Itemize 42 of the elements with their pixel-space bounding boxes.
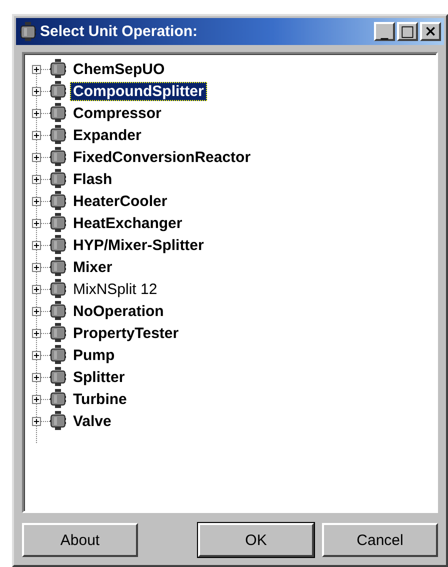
tree-item[interactable]: Flash	[70, 170, 116, 188]
app-icon	[20, 22, 36, 42]
tree-item[interactable]: CompoundSplitter	[70, 82, 207, 100]
tree-item[interactable]: Pump	[70, 346, 118, 364]
tree-item[interactable]: HYP/Mixer-Splitter	[70, 236, 207, 254]
expand-icon[interactable]	[32, 218, 41, 228]
expand-icon[interactable]	[32, 86, 41, 96]
expand-icon[interactable]	[32, 328, 41, 338]
tree-item[interactable]: HeatExchanger	[70, 214, 186, 232]
expand-icon[interactable]	[32, 306, 41, 316]
expand-icon[interactable]	[32, 262, 41, 272]
expand-icon[interactable]	[32, 416, 41, 426]
expand-icon[interactable]	[32, 130, 41, 140]
dialog-button[interactable]: OK	[198, 523, 314, 557]
tree-item[interactable]: Turbine	[70, 390, 130, 408]
expand-icon[interactable]	[32, 196, 41, 206]
tree-item[interactable]: FixedConversionReactor	[70, 148, 254, 166]
tree-item[interactable]: Compressor	[70, 104, 164, 122]
tree-item[interactable]: Expander	[70, 126, 144, 144]
dialog-button[interactable]: Cancel	[322, 523, 438, 557]
tree-item[interactable]: Valve	[70, 412, 114, 430]
expand-icon[interactable]	[32, 152, 41, 162]
tree-item[interactable]: PropertyTester	[70, 324, 182, 342]
tree-item[interactable]: Mixer	[70, 258, 116, 276]
window-title: Select Unit Operation:	[40, 23, 199, 40]
tree-item[interactable]: ChemSepUO	[70, 60, 168, 78]
tree-item[interactable]: HeaterCooler	[70, 192, 170, 210]
minimize-button[interactable]: _	[374, 22, 395, 41]
expand-icon[interactable]	[32, 240, 41, 250]
close-button[interactable]: ×	[420, 22, 441, 41]
tree-item[interactable]: MixNSplit 12	[70, 280, 160, 298]
maximize-button[interactable]: □	[397, 22, 418, 41]
tree-item[interactable]: NoOperation	[70, 302, 167, 320]
expand-icon[interactable]	[32, 108, 41, 118]
dialog-button[interactable]: About	[22, 523, 138, 557]
expand-icon[interactable]	[32, 174, 41, 184]
expand-icon[interactable]	[32, 284, 41, 294]
expand-icon[interactable]	[32, 394, 41, 404]
expand-icon[interactable]	[32, 350, 41, 360]
expand-icon[interactable]	[32, 64, 41, 74]
tree-item[interactable]: Splitter	[70, 368, 128, 386]
expand-icon[interactable]	[32, 372, 41, 382]
